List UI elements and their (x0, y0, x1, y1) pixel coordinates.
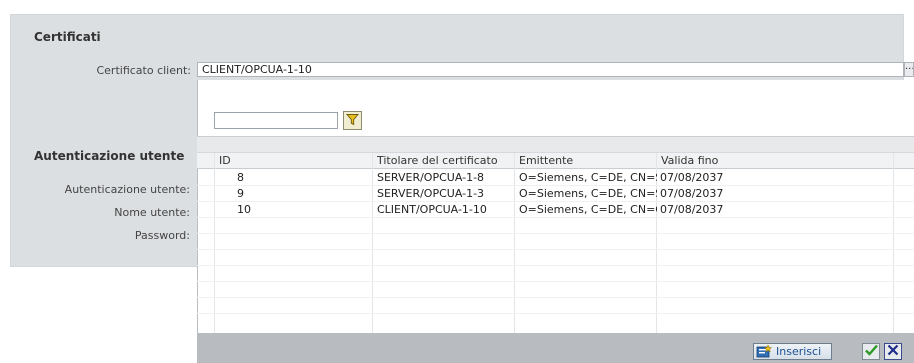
filter-button[interactable] (343, 111, 362, 130)
cancel-button[interactable] (884, 343, 902, 360)
grid-group-bar (197, 136, 914, 153)
cell-id: 9 (237, 187, 244, 200)
confirm-button[interactable] (862, 343, 880, 360)
cell-id: 8 (237, 171, 244, 184)
certificates-section-title: Certificati (34, 30, 101, 44)
auth-section-title: Autenticazione utente (34, 149, 185, 163)
insert-label: Inserisci (776, 345, 822, 358)
table-row[interactable]: 8 SERVER/OPCUA-1-8 O=Siemens, C=DE, CN=S… (197, 170, 914, 186)
auth-label: Autenticazione utente: (64, 183, 190, 196)
client-cert-label: Certificato client: (96, 64, 191, 77)
table-row[interactable]: 10 CLIENT/OPCUA-1-10 O=Siemens, C=DE, CN… (197, 202, 914, 218)
cell-valid: 07/08/2037 (660, 203, 724, 216)
col-header-valid[interactable]: Valida fino (661, 154, 718, 168)
cell-owner: SERVER/OPCUA-1-3 (377, 187, 485, 200)
cell-owner: CLIENT/OPCUA-1-10 (377, 203, 487, 216)
col-header-issuer[interactable]: Emittente (519, 154, 573, 168)
username-label: Nome utente: (114, 206, 190, 219)
check-icon (864, 344, 878, 359)
cell-id: 10 (237, 203, 251, 216)
filter-icon (346, 113, 359, 129)
password-label: Password: (134, 229, 190, 242)
filter-input[interactable] (214, 112, 338, 129)
table-row[interactable]: 9 SERVER/OPCUA-1-3 O=Siemens, C=DE, CN=S… (197, 186, 914, 202)
col-header-id[interactable]: ID (219, 154, 231, 168)
cell-owner: SERVER/OPCUA-1-8 (377, 171, 485, 184)
browse-button[interactable]: ... (904, 62, 914, 77)
cell-issuer: O=Siemens, C=DE, CN=C. (519, 203, 657, 216)
cell-issuer: O=Siemens, C=DE, CN=S. (519, 171, 657, 184)
col-header-owner[interactable]: Titolare del certificato (377, 154, 498, 168)
cell-valid: 07/08/2037 (660, 187, 724, 200)
cell-issuer: O=Siemens, C=DE, CN=S. (519, 187, 657, 200)
table-header: ID Titolare del certificato Emittente Va… (197, 153, 914, 169)
cell-valid: 07/08/2037 (660, 171, 724, 184)
insert-certificate-icon (756, 344, 773, 358)
close-icon (887, 344, 899, 359)
client-cert-field[interactable]: CLIENT/OPCUA-1-10 (197, 62, 904, 77)
insert-button[interactable]: Inserisci (753, 343, 832, 360)
